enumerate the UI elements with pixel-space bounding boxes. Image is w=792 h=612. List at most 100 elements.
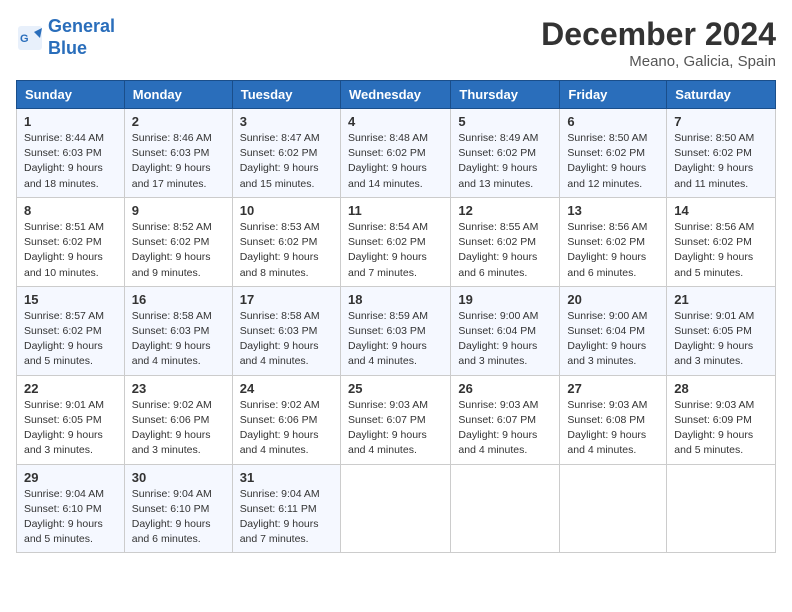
day-info: Sunrise: 8:56 AM Sunset: 6:02 PM Dayligh… xyxy=(567,220,659,281)
day-info: Sunrise: 8:48 AM Sunset: 6:02 PM Dayligh… xyxy=(348,131,443,192)
page-header: G General Blue December 2024 Meano, Gali… xyxy=(16,16,776,70)
day-number: 24 xyxy=(240,381,333,396)
day-info: Sunrise: 9:00 AM Sunset: 6:04 PM Dayligh… xyxy=(458,309,552,370)
day-number: 31 xyxy=(240,470,333,485)
day-number: 2 xyxy=(132,114,225,129)
calendar-cell: 23 Sunrise: 9:02 AM Sunset: 6:06 PM Dayl… xyxy=(124,375,232,464)
calendar-cell: 6 Sunrise: 8:50 AM Sunset: 6:02 PM Dayli… xyxy=(560,109,667,198)
logo: G General Blue xyxy=(16,16,115,59)
day-info: Sunrise: 8:55 AM Sunset: 6:02 PM Dayligh… xyxy=(458,220,552,281)
weekday-header: Friday xyxy=(560,81,667,109)
calendar-cell: 9 Sunrise: 8:52 AM Sunset: 6:02 PM Dayli… xyxy=(124,197,232,286)
day-info: Sunrise: 9:02 AM Sunset: 6:06 PM Dayligh… xyxy=(240,398,333,459)
weekday-header: Thursday xyxy=(451,81,560,109)
calendar-cell: 30 Sunrise: 9:04 AM Sunset: 6:10 PM Dayl… xyxy=(124,464,232,553)
day-number: 30 xyxy=(132,470,225,485)
weekday-header: Wednesday xyxy=(340,81,450,109)
calendar-cell xyxy=(667,464,776,553)
calendar-cell: 29 Sunrise: 9:04 AM Sunset: 6:10 PM Dayl… xyxy=(17,464,125,553)
day-number: 4 xyxy=(348,114,443,129)
day-number: 20 xyxy=(567,292,659,307)
day-number: 26 xyxy=(458,381,552,396)
day-number: 21 xyxy=(674,292,768,307)
calendar-cell: 1 Sunrise: 8:44 AM Sunset: 6:03 PM Dayli… xyxy=(17,109,125,198)
logo-icon: G xyxy=(16,24,44,52)
day-info: Sunrise: 8:58 AM Sunset: 6:03 PM Dayligh… xyxy=(240,309,333,370)
month-title: December 2024 xyxy=(541,16,776,53)
calendar-cell: 26 Sunrise: 9:03 AM Sunset: 6:07 PM Dayl… xyxy=(451,375,560,464)
calendar-cell: 2 Sunrise: 8:46 AM Sunset: 6:03 PM Dayli… xyxy=(124,109,232,198)
day-number: 14 xyxy=(674,203,768,218)
day-info: Sunrise: 8:56 AM Sunset: 6:02 PM Dayligh… xyxy=(674,220,768,281)
day-number: 29 xyxy=(24,470,117,485)
day-number: 15 xyxy=(24,292,117,307)
calendar-week-row: 8 Sunrise: 8:51 AM Sunset: 6:02 PM Dayli… xyxy=(17,197,776,286)
day-number: 10 xyxy=(240,203,333,218)
calendar-week-row: 1 Sunrise: 8:44 AM Sunset: 6:03 PM Dayli… xyxy=(17,109,776,198)
day-info: Sunrise: 8:46 AM Sunset: 6:03 PM Dayligh… xyxy=(132,131,225,192)
day-info: Sunrise: 9:04 AM Sunset: 6:10 PM Dayligh… xyxy=(132,487,225,548)
day-info: Sunrise: 9:04 AM Sunset: 6:11 PM Dayligh… xyxy=(240,487,333,548)
calendar-header-row: SundayMondayTuesdayWednesdayThursdayFrid… xyxy=(17,81,776,109)
weekday-header: Saturday xyxy=(667,81,776,109)
location: Meano, Galicia, Spain xyxy=(541,53,776,70)
weekday-header: Monday xyxy=(124,81,232,109)
day-info: Sunrise: 8:44 AM Sunset: 6:03 PM Dayligh… xyxy=(24,131,117,192)
calendar-cell: 13 Sunrise: 8:56 AM Sunset: 6:02 PM Dayl… xyxy=(560,197,667,286)
calendar-cell xyxy=(340,464,450,553)
calendar-week-row: 15 Sunrise: 8:57 AM Sunset: 6:02 PM Dayl… xyxy=(17,286,776,375)
calendar-cell: 10 Sunrise: 8:53 AM Sunset: 6:02 PM Dayl… xyxy=(232,197,340,286)
day-info: Sunrise: 8:52 AM Sunset: 6:02 PM Dayligh… xyxy=(132,220,225,281)
day-info: Sunrise: 9:01 AM Sunset: 6:05 PM Dayligh… xyxy=(674,309,768,370)
calendar-cell: 31 Sunrise: 9:04 AM Sunset: 6:11 PM Dayl… xyxy=(232,464,340,553)
day-number: 22 xyxy=(24,381,117,396)
calendar-week-row: 22 Sunrise: 9:01 AM Sunset: 6:05 PM Dayl… xyxy=(17,375,776,464)
calendar-cell: 22 Sunrise: 9:01 AM Sunset: 6:05 PM Dayl… xyxy=(17,375,125,464)
calendar-cell: 3 Sunrise: 8:47 AM Sunset: 6:02 PM Dayli… xyxy=(232,109,340,198)
calendar-week-row: 29 Sunrise: 9:04 AM Sunset: 6:10 PM Dayl… xyxy=(17,464,776,553)
calendar-cell: 17 Sunrise: 8:58 AM Sunset: 6:03 PM Dayl… xyxy=(232,286,340,375)
weekday-header: Tuesday xyxy=(232,81,340,109)
calendar-cell: 24 Sunrise: 9:02 AM Sunset: 6:06 PM Dayl… xyxy=(232,375,340,464)
calendar-cell: 7 Sunrise: 8:50 AM Sunset: 6:02 PM Dayli… xyxy=(667,109,776,198)
day-info: Sunrise: 9:03 AM Sunset: 6:09 PM Dayligh… xyxy=(674,398,768,459)
day-info: Sunrise: 9:01 AM Sunset: 6:05 PM Dayligh… xyxy=(24,398,117,459)
day-number: 6 xyxy=(567,114,659,129)
day-number: 23 xyxy=(132,381,225,396)
calendar-cell: 18 Sunrise: 8:59 AM Sunset: 6:03 PM Dayl… xyxy=(340,286,450,375)
day-info: Sunrise: 8:50 AM Sunset: 6:02 PM Dayligh… xyxy=(567,131,659,192)
weekday-header: Sunday xyxy=(17,81,125,109)
day-info: Sunrise: 9:02 AM Sunset: 6:06 PM Dayligh… xyxy=(132,398,225,459)
day-info: Sunrise: 8:49 AM Sunset: 6:02 PM Dayligh… xyxy=(458,131,552,192)
day-info: Sunrise: 8:53 AM Sunset: 6:02 PM Dayligh… xyxy=(240,220,333,281)
day-number: 18 xyxy=(348,292,443,307)
calendar-cell: 5 Sunrise: 8:49 AM Sunset: 6:02 PM Dayli… xyxy=(451,109,560,198)
calendar-cell: 27 Sunrise: 9:03 AM Sunset: 6:08 PM Dayl… xyxy=(560,375,667,464)
day-number: 1 xyxy=(24,114,117,129)
svg-text:G: G xyxy=(20,33,29,45)
calendar-cell xyxy=(451,464,560,553)
calendar-cell: 19 Sunrise: 9:00 AM Sunset: 6:04 PM Dayl… xyxy=(451,286,560,375)
calendar-cell: 14 Sunrise: 8:56 AM Sunset: 6:02 PM Dayl… xyxy=(667,197,776,286)
day-info: Sunrise: 8:50 AM Sunset: 6:02 PM Dayligh… xyxy=(674,131,768,192)
calendar-cell: 20 Sunrise: 9:00 AM Sunset: 6:04 PM Dayl… xyxy=(560,286,667,375)
calendar-cell: 25 Sunrise: 9:03 AM Sunset: 6:07 PM Dayl… xyxy=(340,375,450,464)
day-number: 17 xyxy=(240,292,333,307)
title-block: December 2024 Meano, Galicia, Spain xyxy=(541,16,776,70)
day-number: 25 xyxy=(348,381,443,396)
day-info: Sunrise: 8:59 AM Sunset: 6:03 PM Dayligh… xyxy=(348,309,443,370)
day-info: Sunrise: 9:04 AM Sunset: 6:10 PM Dayligh… xyxy=(24,487,117,548)
logo-text: General Blue xyxy=(48,16,115,59)
day-info: Sunrise: 8:51 AM Sunset: 6:02 PM Dayligh… xyxy=(24,220,117,281)
day-number: 8 xyxy=(24,203,117,218)
day-info: Sunrise: 8:47 AM Sunset: 6:02 PM Dayligh… xyxy=(240,131,333,192)
day-info: Sunrise: 9:00 AM Sunset: 6:04 PM Dayligh… xyxy=(567,309,659,370)
day-number: 5 xyxy=(458,114,552,129)
day-number: 11 xyxy=(348,203,443,218)
calendar-cell: 28 Sunrise: 9:03 AM Sunset: 6:09 PM Dayl… xyxy=(667,375,776,464)
day-number: 3 xyxy=(240,114,333,129)
calendar-cell: 8 Sunrise: 8:51 AM Sunset: 6:02 PM Dayli… xyxy=(17,197,125,286)
day-info: Sunrise: 9:03 AM Sunset: 6:08 PM Dayligh… xyxy=(567,398,659,459)
calendar-cell: 4 Sunrise: 8:48 AM Sunset: 6:02 PM Dayli… xyxy=(340,109,450,198)
day-info: Sunrise: 8:54 AM Sunset: 6:02 PM Dayligh… xyxy=(348,220,443,281)
